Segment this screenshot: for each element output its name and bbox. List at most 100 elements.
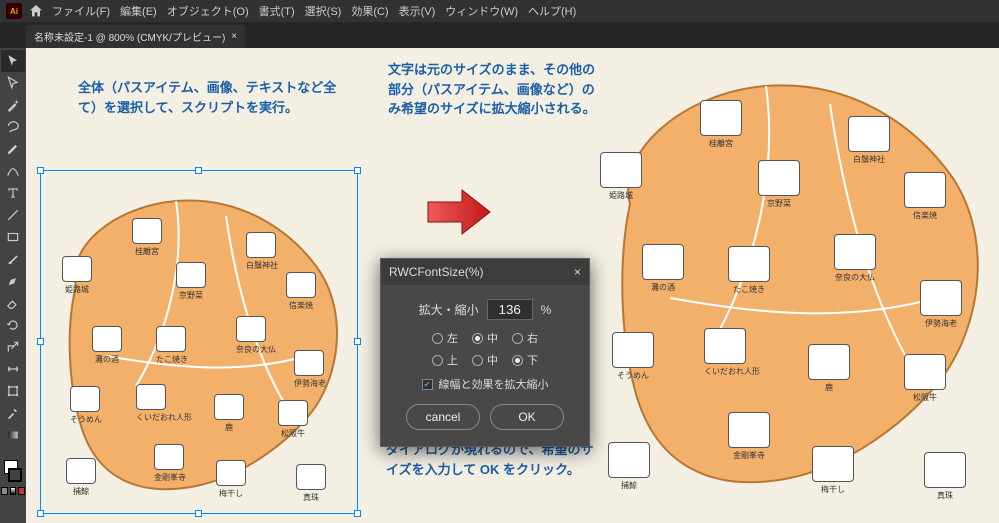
eyedropper-tool-icon[interactable] [1, 402, 25, 424]
menu-select[interactable]: 選択(S) [303, 3, 344, 19]
menu-bar: Ai ファイル(F) 編集(E) オブジェクト(O) 書式(T) 選択(S) 効… [0, 0, 999, 22]
map-label: 捕鯨 [73, 487, 89, 496]
menu-object[interactable]: オブジェクト(O) [165, 3, 251, 19]
scale-unit: % [541, 303, 552, 317]
map-label: 白鬚神社 [246, 261, 278, 270]
cancel-button[interactable]: cancel [406, 404, 480, 430]
selection-handle-sw[interactable] [37, 510, 44, 517]
toolbox-divider [1, 446, 25, 452]
map-label: 真珠 [303, 493, 319, 502]
menu-effect[interactable]: 効果(C) [349, 3, 390, 19]
menu-edit[interactable]: 編集(E) [118, 3, 159, 19]
paintbrush-tool-icon[interactable] [1, 248, 25, 270]
document-tab-close-icon[interactable]: × [231, 31, 237, 42]
tab-bar: 名称未設定-1 @ 800% (CMYK/プレビュー) × [0, 22, 999, 48]
map-label: 灘の酒 [651, 283, 675, 292]
selection-tool-icon[interactable] [1, 50, 25, 72]
horizontal-anchor-group: 左 中 右 [393, 330, 577, 346]
map-label: 真珠 [937, 491, 953, 500]
map-label: 松阪牛 [281, 429, 305, 438]
selection-handle-s[interactable] [195, 510, 202, 517]
map-before[interactable]: 姫路城 桂離宮 白鬚神社 京野菜 信楽焼 灘の酒 たこ焼き 奈良の大仏 伊勢海老… [46, 176, 352, 508]
map-label: そうめん [617, 371, 649, 380]
radio-v-top[interactable] [432, 355, 443, 366]
width-tool-icon[interactable] [1, 358, 25, 380]
menu-help[interactable]: ヘルプ(H) [526, 3, 578, 19]
selection-handle-ne[interactable] [354, 167, 361, 174]
map-label: 金剛峯寺 [733, 451, 765, 460]
radio-v-center[interactable] [472, 355, 483, 366]
selection-handle-w[interactable] [37, 338, 44, 345]
scale-strokes-checkbox[interactable]: ✔ [422, 379, 433, 390]
selection-handle-n[interactable] [195, 167, 202, 174]
document-tab-label: 名称未設定-1 @ 800% (CMYK/プレビュー) [34, 29, 225, 44]
shaper-tool-icon[interactable] [1, 270, 25, 292]
radio-h-left-label: 左 [447, 330, 458, 346]
dialog-close-icon[interactable]: × [574, 265, 581, 279]
home-icon[interactable] [28, 3, 44, 19]
map-label: 伊勢海老 [925, 319, 957, 328]
pen-tool-icon[interactable] [1, 138, 25, 160]
direct-selection-tool-icon[interactable] [1, 72, 25, 94]
line-segment-tool-icon[interactable] [1, 204, 25, 226]
map-after[interactable]: 姫路城 桂離宮 白鬚神社 京野菜 信楽焼 灘の酒 たこ焼き 奈良の大仏 伊勢海老… [590, 54, 994, 514]
document-tab[interactable]: 名称未設定-1 @ 800% (CMYK/プレビュー) × [26, 25, 245, 48]
map-label: 桂離宮 [135, 247, 159, 256]
free-transform-tool-icon[interactable] [1, 380, 25, 402]
map-label: 信楽焼 [289, 301, 313, 310]
rotate-tool-icon[interactable] [1, 314, 25, 336]
radio-h-left[interactable] [432, 333, 443, 344]
radio-v-top-label: 上 [447, 352, 458, 368]
ok-button[interactable]: OK [490, 404, 564, 430]
map-label: 京野菜 [767, 199, 791, 208]
map-label: 捕鯨 [621, 481, 637, 490]
menu-window[interactable]: ウィンドウ(W) [443, 3, 520, 19]
map-label: そうめん [70, 415, 102, 424]
script-dialog: RWCFontSize(%) × 拡大・縮小 % 左 中 右 上 中 下 ✔ 線… [380, 258, 590, 447]
lasso-tool-icon[interactable] [1, 116, 25, 138]
color-mode-buttons[interactable] [1, 484, 25, 498]
map-label: くいだおれ人形 [704, 367, 760, 376]
selection-handle-se[interactable] [354, 510, 361, 517]
map-label: たこ焼き [733, 285, 765, 294]
scale-tool-icon[interactable] [1, 336, 25, 358]
instruction-left: 全体（パスアイテム、画像、テキストなど全て）を選択して、スクリプトを実行。 [78, 78, 338, 117]
app-logo: Ai [6, 3, 22, 19]
selection-handle-nw[interactable] [37, 167, 44, 174]
fill-stroke-swatch[interactable] [2, 458, 24, 484]
rectangle-tool-icon[interactable] [1, 226, 25, 248]
map-label: 奈良の大仏 [835, 273, 875, 282]
menu-type[interactable]: 書式(T) [257, 3, 297, 19]
map-label: 京野菜 [179, 291, 203, 300]
radio-v-center-label: 中 [487, 352, 498, 368]
dialog-title: RWCFontSize(%) [389, 265, 483, 279]
curvature-tool-icon[interactable] [1, 160, 25, 182]
map-label: 梅干し [821, 485, 845, 494]
radio-h-right[interactable] [512, 333, 523, 344]
map-label: 梅干し [219, 489, 243, 498]
magic-wand-tool-icon[interactable] [1, 94, 25, 116]
radio-h-center-label: 中 [487, 330, 498, 346]
radio-v-bottom-label: 下 [527, 352, 538, 368]
arrow-icon [426, 188, 492, 241]
scale-strokes-label: 線幅と効果を拡大縮小 [439, 376, 549, 392]
radio-h-center[interactable] [472, 333, 483, 344]
scale-input[interactable] [487, 299, 533, 320]
selection-handle-e[interactable] [354, 338, 361, 345]
toolbox [0, 48, 26, 523]
radio-v-bottom[interactable] [512, 355, 523, 366]
instruction-right-top: 文字は元のサイズのまま、その他の部分（パスアイテム、画像など）のみ希望のサイズに… [388, 60, 598, 119]
menu-view[interactable]: 表示(V) [397, 3, 438, 19]
eraser-tool-icon[interactable] [1, 292, 25, 314]
vertical-anchor-group: 上 中 下 [393, 352, 577, 368]
map-label: 奈良の大仏 [236, 345, 276, 354]
map-label: 姫路城 [65, 285, 89, 294]
map-label: 信楽焼 [913, 211, 937, 220]
type-tool-icon[interactable] [1, 182, 25, 204]
scale-label: 拡大・縮小 [419, 301, 479, 318]
menu-file[interactable]: ファイル(F) [50, 3, 112, 19]
gradient-tool-icon[interactable] [1, 424, 25, 446]
map-label: 鹿 [225, 423, 233, 432]
stroke-swatch[interactable] [8, 468, 22, 482]
map-label: 松阪牛 [913, 393, 937, 402]
